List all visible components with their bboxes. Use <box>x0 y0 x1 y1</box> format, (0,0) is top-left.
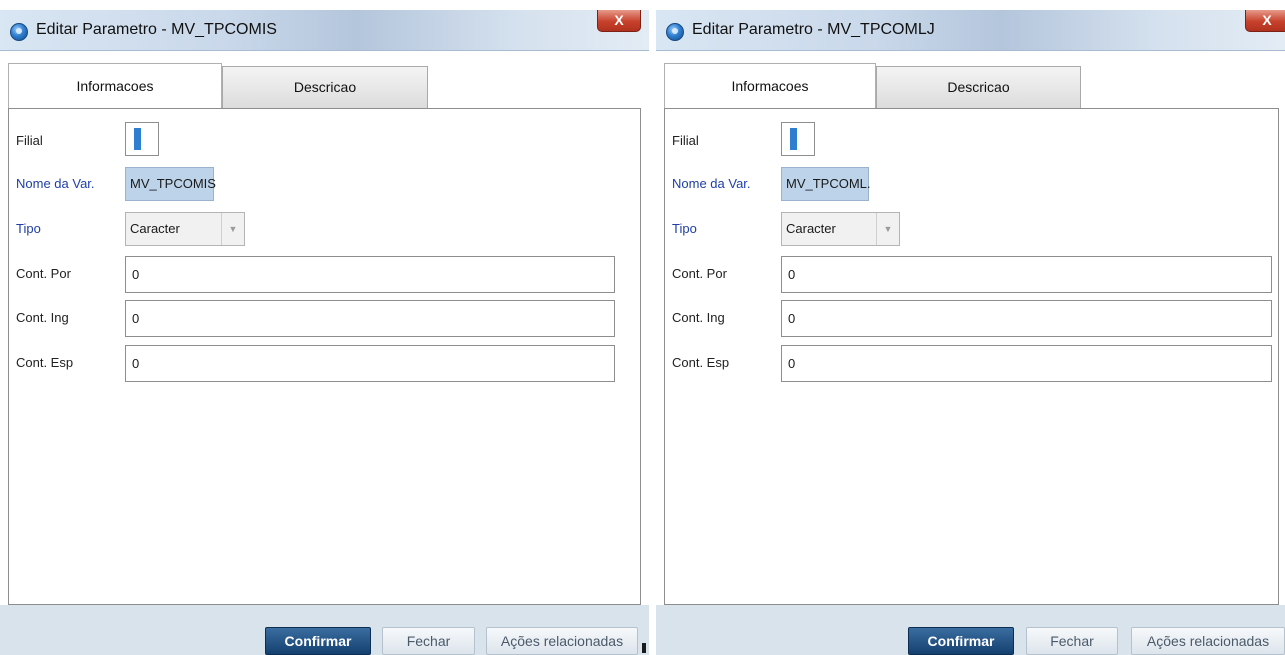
filial-input[interactable] <box>781 122 815 156</box>
confirm-button[interactable]: Confirmar <box>265 627 371 655</box>
related-actions-button[interactable]: Ações relacionadas <box>1131 627 1285 655</box>
title-bar[interactable]: Editar Parametro - MV_TPCOMLJ X <box>656 10 1285 51</box>
filial-label: Filial <box>672 133 699 148</box>
cont-esp-input[interactable]: 0 <box>125 345 615 382</box>
button-bar: Confirmar Fechar Ações relacionadas <box>656 605 1285 655</box>
dialog-title: Editar Parametro - MV_TPCOMLJ <box>692 21 935 38</box>
cont-ing-input[interactable]: 0 <box>125 300 615 337</box>
confirm-button[interactable]: Confirmar <box>908 627 1014 655</box>
title-bar[interactable]: Editar Parametro - MV_TPCOMIS X <box>0 10 649 51</box>
button-bar: Confirmar Fechar Ações relacionadas <box>0 605 649 655</box>
cont-ing-label: Cont. Ing <box>672 310 725 325</box>
tab-informacoes[interactable]: Informacoes <box>8 63 222 109</box>
cont-ing-label: Cont. Ing <box>16 310 69 325</box>
filial-label: Filial <box>16 133 43 148</box>
nome-var-label: Nome da Var. <box>16 176 95 191</box>
fechar-button[interactable]: Fechar <box>382 627 475 655</box>
tab-descricao[interactable]: Descricao <box>222 66 428 109</box>
tipo-selected-value: Caracter <box>786 221 836 236</box>
app-logo-icon <box>666 23 684 41</box>
fechar-button[interactable]: Fechar <box>1026 627 1118 655</box>
tipo-selected-value: Caracter <box>130 221 180 236</box>
tipo-label: Tipo <box>672 221 697 236</box>
cont-por-label: Cont. Por <box>672 266 727 281</box>
cont-por-input[interactable]: 0 <box>125 256 615 293</box>
chevron-down-icon[interactable]: ▼ <box>876 213 899 245</box>
nome-var-label: Nome da Var. <box>672 176 751 191</box>
edit-parameter-dialog-right: Editar Parametro - MV_TPCOMLJ X Informac… <box>656 10 1285 655</box>
tipo-select[interactable]: Caracter ▼ <box>781 212 900 246</box>
form-panel: Filial Nome da Var. MV_TPCOML. Tipo Cara… <box>664 108 1279 605</box>
cont-por-label: Cont. Por <box>16 266 71 281</box>
tipo-select[interactable]: Caracter ▼ <box>125 212 245 246</box>
text-cursor <box>134 128 141 150</box>
nome-var-field[interactable]: MV_TPCOML. <box>781 167 871 201</box>
tab-informacoes[interactable]: Informacoes <box>664 63 876 109</box>
chevron-down-icon[interactable]: ▼ <box>221 213 244 245</box>
related-actions-button[interactable]: Ações relacionadas <box>486 627 638 655</box>
dialog-title: Editar Parametro - MV_TPCOMIS <box>36 21 277 38</box>
filial-input[interactable] <box>125 122 159 156</box>
cont-esp-label: Cont. Esp <box>16 355 74 370</box>
resize-grip[interactable] <box>642 643 646 653</box>
tab-descricao[interactable]: Descricao <box>876 66 1081 109</box>
app-logo-icon <box>10 23 28 41</box>
text-cursor <box>790 128 797 150</box>
tipo-label: Tipo <box>16 221 41 236</box>
cont-esp-label: Cont. Esp <box>672 355 730 370</box>
close-button[interactable]: X <box>1245 10 1285 32</box>
form-panel: Filial Nome da Var. MV_TPCOMIS Tipo Cara… <box>8 108 641 605</box>
cont-esp-input[interactable]: 0 <box>781 345 1272 382</box>
cont-por-input[interactable]: 0 <box>781 256 1272 293</box>
cont-ing-input[interactable]: 0 <box>781 300 1272 337</box>
nome-var-field[interactable]: MV_TPCOMIS <box>125 167 216 201</box>
close-button[interactable]: X <box>597 10 641 32</box>
edit-parameter-dialog-left: Editar Parametro - MV_TPCOMIS X Informac… <box>0 10 649 655</box>
